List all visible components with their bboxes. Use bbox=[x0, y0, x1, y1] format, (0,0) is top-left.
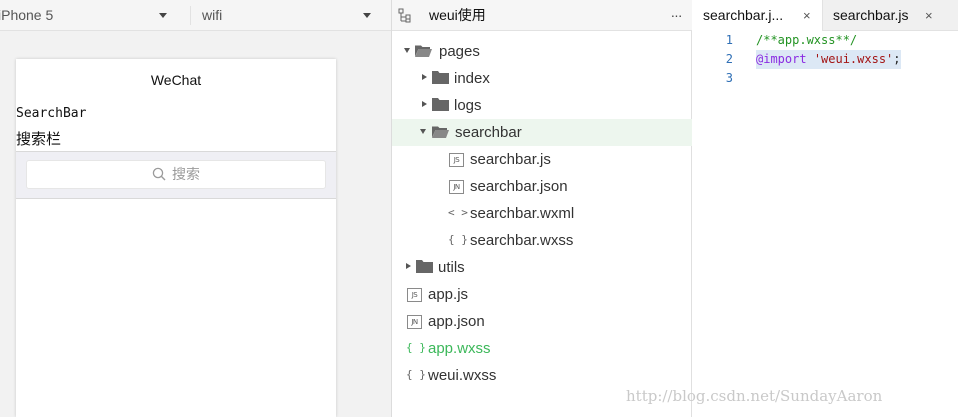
network-select[interactable]: wifi bbox=[202, 0, 378, 31]
tree-folder-searchbar[interactable]: searchbar bbox=[392, 119, 692, 146]
page-description: 搜索栏 bbox=[16, 131, 62, 148]
code-keyword: @import bbox=[756, 52, 807, 66]
tree-file-searchbar-wxml[interactable]: < > searchbar.wxml bbox=[392, 200, 692, 227]
project-tree-icon[interactable] bbox=[398, 8, 413, 23]
device-select-value: iPhone 5 bbox=[0, 7, 54, 23]
tree-file-searchbar-js[interactable]: JS searchbar.js bbox=[392, 146, 692, 173]
phone-screen: WeChat SearchBar 搜索栏 搜索 bbox=[16, 59, 336, 417]
line-number: 2 bbox=[725, 52, 733, 66]
toolbar-divider bbox=[190, 6, 191, 25]
tree-file-weui-wxss[interactable]: { } weui.wxss bbox=[392, 362, 692, 389]
code-comment: /**app.wxss**/ bbox=[756, 33, 858, 47]
folder-icon bbox=[432, 71, 449, 84]
device-select[interactable]: iPhone 5 bbox=[0, 0, 184, 31]
tree-file-app-js[interactable]: JS app.js bbox=[392, 281, 692, 308]
tree-file-app-wxss[interactable]: { } app.wxss bbox=[392, 335, 692, 362]
code-punctuation: ; bbox=[893, 52, 901, 66]
searchbar: 搜索 bbox=[16, 151, 336, 199]
watermark: http://blog.csdn.net/SundayAaron bbox=[626, 387, 883, 405]
tree-item-label: searchbar.json bbox=[470, 178, 568, 195]
chevron-down-icon bbox=[420, 129, 426, 134]
tree-item-label: searchbar.wxml bbox=[470, 205, 575, 222]
network-select-value: wifi bbox=[202, 7, 223, 23]
wxss-file-icon: { } bbox=[406, 368, 426, 381]
close-icon[interactable]: × bbox=[925, 0, 933, 31]
tree-item-label: weui.wxss bbox=[428, 367, 497, 384]
wxml-file-icon: < > bbox=[448, 206, 468, 219]
tab-searchbar-json[interactable]: searchbar.j... × bbox=[693, 0, 823, 31]
tree-item-label: app.wxss bbox=[428, 340, 491, 357]
close-icon[interactable]: × bbox=[803, 0, 811, 31]
search-placeholder: 搜索 bbox=[172, 166, 200, 182]
folder-icon bbox=[432, 98, 449, 111]
tree-file-searchbar-json[interactable]: JN searchbar.json bbox=[392, 173, 692, 200]
more-options-button[interactable]: ··· bbox=[666, 0, 686, 31]
wxss-file-icon: { } bbox=[448, 233, 468, 246]
tab-searchbar-js[interactable]: searchbar.js × bbox=[823, 0, 958, 31]
tree-item-label: logs bbox=[454, 97, 482, 114]
tree-item-label: app.json bbox=[428, 313, 485, 330]
tree-folder-utils[interactable]: utils bbox=[392, 254, 692, 281]
tree-item-label: searchbar.wxss bbox=[470, 232, 574, 249]
tab-label: searchbar.j... bbox=[703, 7, 784, 23]
file-tree-pane: weui使用 ··· pages index logs searchbar JS… bbox=[392, 0, 692, 417]
simulator-toolbar: iPhone 5 wifi bbox=[0, 0, 391, 31]
code-import-statement: @import 'weui.wxss'; bbox=[756, 50, 901, 69]
code-line: 1 /**app.wxss**/ bbox=[693, 31, 958, 50]
tree-item-label: pages bbox=[439, 43, 480, 60]
search-input[interactable]: 搜索 bbox=[26, 160, 326, 189]
code-line: 2 @import 'weui.wxss'; bbox=[693, 50, 958, 69]
chevron-right-icon bbox=[406, 263, 411, 269]
folder-icon bbox=[416, 260, 433, 273]
tab-label: searchbar.js bbox=[833, 7, 909, 23]
chevron-right-icon bbox=[422, 101, 427, 107]
search-icon bbox=[152, 167, 166, 181]
editor-tabs: searchbar.j... × searchbar.js × bbox=[693, 0, 958, 31]
nav-bar-title: WeChat bbox=[150, 72, 202, 88]
tree-item-label: searchbar.js bbox=[470, 151, 551, 168]
project-title: weui使用 bbox=[429, 7, 486, 23]
tree-file-app-json[interactable]: JN app.json bbox=[392, 308, 692, 335]
code-line: 3 bbox=[693, 69, 958, 88]
tree-folder-pages[interactable]: pages bbox=[392, 38, 692, 65]
code-editor[interactable]: 1 /**app.wxss**/ 2 @import 'weui.wxss'; … bbox=[693, 31, 958, 88]
editor-pane: searchbar.j... × searchbar.js × 1 /**app… bbox=[693, 0, 958, 417]
js-file-icon: JS bbox=[407, 288, 422, 302]
json-file-icon: JN bbox=[449, 180, 464, 194]
simulator-pane: iPhone 5 wifi WeChat SearchBar 搜索栏 搜索 bbox=[0, 0, 392, 417]
code-string: 'weui.wxss' bbox=[813, 52, 894, 66]
tree-item-label: utils bbox=[438, 259, 465, 276]
wxss-file-icon: { } bbox=[406, 341, 426, 354]
chevron-right-icon bbox=[422, 74, 427, 80]
tree-item-label: app.js bbox=[428, 286, 469, 303]
page-title: SearchBar bbox=[16, 106, 87, 121]
tree-item-label: index bbox=[454, 70, 490, 87]
folder-open-icon bbox=[415, 45, 432, 57]
json-file-icon: JN bbox=[407, 315, 422, 329]
chevron-down-icon bbox=[363, 13, 371, 18]
chevron-down-icon bbox=[404, 48, 410, 53]
tree-item-label: searchbar bbox=[455, 124, 522, 141]
tree-file-searchbar-wxss[interactable]: { } searchbar.wxss bbox=[392, 227, 692, 254]
line-number: 3 bbox=[725, 71, 733, 85]
js-file-icon: JS bbox=[449, 153, 464, 167]
chevron-down-icon bbox=[159, 13, 167, 18]
line-number: 1 bbox=[725, 33, 733, 47]
tree-folder-logs[interactable]: logs bbox=[392, 92, 692, 119]
tree-header: weui使用 ··· bbox=[392, 0, 692, 31]
tree-folder-index[interactable]: index bbox=[392, 65, 692, 92]
folder-open-icon bbox=[432, 126, 449, 138]
